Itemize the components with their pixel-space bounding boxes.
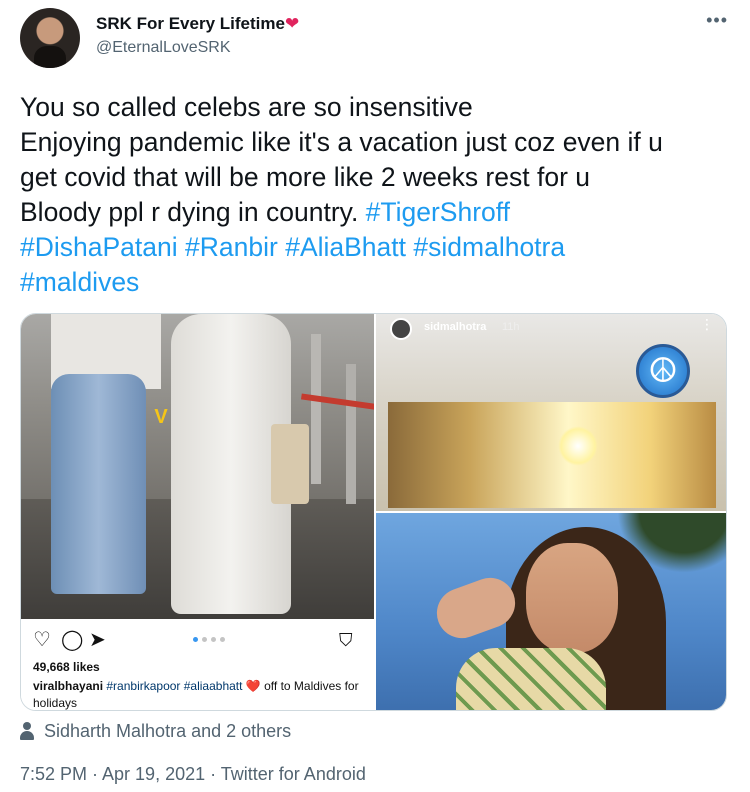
instagram-story-screenshot[interactable]: sidmalhotra 11h ⋮ ☮: [376, 314, 726, 511]
more-options-icon[interactable]: •••: [706, 10, 728, 31]
tweet-text: You so called celebs are so insensitive …: [20, 90, 735, 300]
tweet-line: You so called celebs are so insensitive: [20, 92, 473, 122]
instagram-caption: viralbhayani #ranbirkapoor #aliaabhatt ❤…: [33, 678, 363, 710]
hashtag-link[interactable]: #Ranbir: [185, 232, 278, 262]
story-more-icon: ⋮: [700, 316, 714, 332]
carousel-dots: [193, 637, 225, 642]
heart-outline-icon: ♡: [33, 629, 51, 651]
tweet-line: Bloody ppl r dying in country. #TigerShr…: [20, 195, 735, 230]
tagged-people[interactable]: Sidharth Malhotra and 2 others: [20, 719, 291, 743]
tweet-line: #DishaPatani #Ranbir #AliaBhatt #sidmalh…: [20, 230, 735, 265]
sunset-photo: [388, 402, 716, 508]
hashtag-link[interactable]: #DishaPatani: [20, 232, 178, 262]
instagram-post-screenshot[interactable]: V ♡ ◯ ➤ ⛉ 49,668 likes viralbhayani #ran…: [21, 314, 374, 710]
tweet-timestamp-source[interactable]: 7:52 PM · Apr 19, 2021 · Twitter for And…: [20, 764, 366, 785]
media-grid: V ♡ ◯ ➤ ⛉ 49,668 likes viralbhayani #ran…: [20, 313, 727, 711]
story-time: 11h: [502, 321, 520, 333]
tweet-line: get covid that will be more like 2 weeks…: [20, 162, 590, 192]
hashtag-link[interactable]: #maldives: [20, 267, 139, 297]
heart-emoji: ❤: [284, 14, 300, 33]
tagged-people-text: Sidharth Malhotra and 2 others: [44, 720, 292, 741]
tweet-line: #maldives: [20, 265, 735, 300]
instagram-actions: ♡ ◯ ➤ ⛉: [33, 627, 363, 653]
author-display-name[interactable]: SRK For Every Lifetime❤: [96, 14, 299, 34]
display-name-text: SRK For Every Lifetime: [96, 14, 285, 33]
likes-count: 49,668 likes: [33, 660, 100, 674]
viral-bhayani-logo: V: [154, 406, 168, 428]
hashtag-link[interactable]: #TigerShroff: [366, 197, 510, 227]
author-handle[interactable]: @EternalLoveSRK: [96, 39, 231, 57]
tweet-line-text: Bloody ppl r dying in country.: [20, 197, 366, 227]
peace-sign-icon: ☮: [636, 344, 690, 398]
selfie-photo[interactable]: [376, 513, 726, 710]
story-username: sidmalhotra: [424, 321, 487, 333]
bookmark-icon: ⛉: [339, 630, 353, 650]
share-icon: ➤: [89, 629, 106, 651]
caption-tags: #ranbirkapoor #aliaabhatt: [106, 679, 243, 693]
hashtag-link[interactable]: #sidmalhotra: [413, 232, 565, 262]
airport-photo: V: [21, 314, 374, 619]
tweet-line: Enjoying pandemic like it's a vacation j…: [20, 127, 663, 157]
author-avatar[interactable]: [20, 8, 80, 68]
red-heart-emoji: ❤️: [245, 679, 261, 693]
caption-user: viralbhayani: [33, 679, 104, 693]
hashtag-link[interactable]: #AliaBhatt: [285, 232, 406, 262]
person-icon: [20, 722, 34, 740]
story-avatar: [390, 318, 412, 340]
comment-icon: ◯: [61, 629, 84, 651]
